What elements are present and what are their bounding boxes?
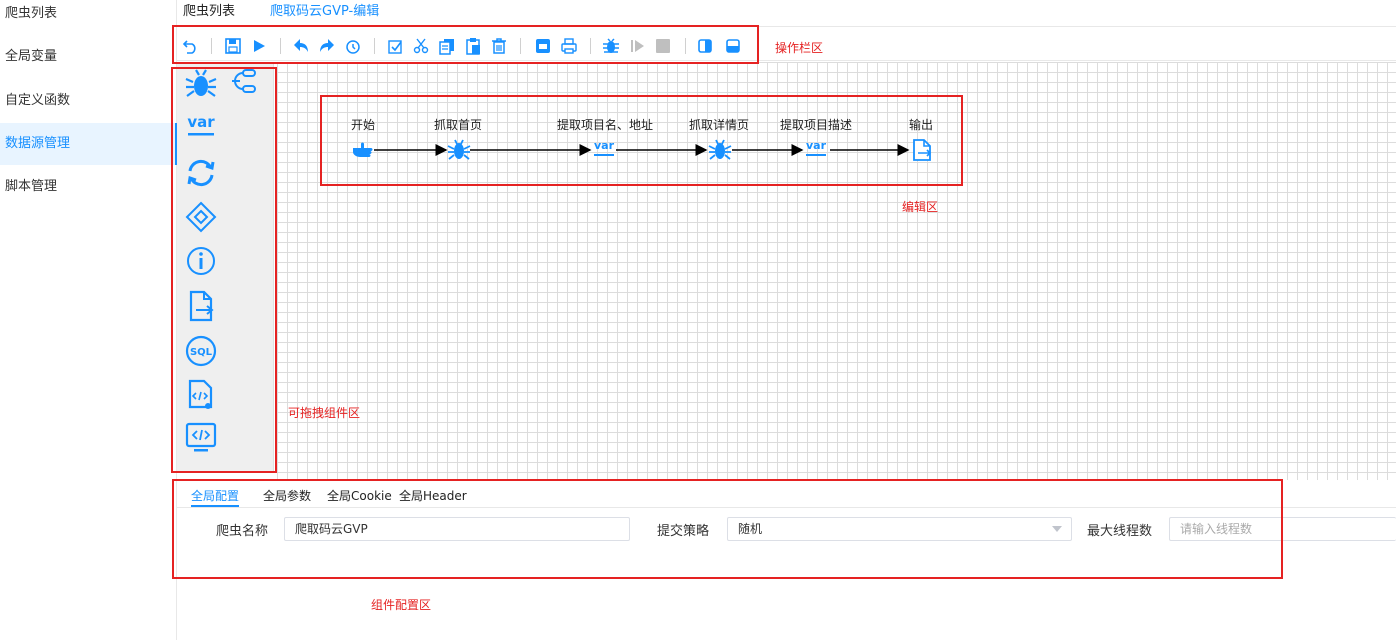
variable-text: var [594,139,615,152]
stop-icon[interactable] [653,36,673,56]
spider-icon[interactable] [447,138,471,162]
cut-icon[interactable] [411,36,431,56]
toolbar-separator [374,38,375,54]
delete-icon[interactable] [489,36,509,56]
refresh-loop-icon[interactable] [184,156,218,190]
copy-icon[interactable] [437,36,457,56]
export-image-icon[interactable] [533,36,553,56]
start-hand-icon[interactable] [351,138,375,162]
sidebar-item-label: 全局变量 [5,49,58,64]
tab-global-cookie[interactable]: 全局Cookie [327,489,392,507]
sidebar-item-label: 自定义函数 [5,93,71,108]
sidebar-item-spider-list[interactable]: 爬虫列表 [0,0,176,35]
config-annotation-label: 组件配置区 [371,598,432,612]
spider-name-input[interactable]: 爬取码云GVP [284,517,630,541]
tab-spider-list[interactable]: 爬虫列表 [183,4,235,24]
step-icon[interactable] [627,36,647,56]
output-file-icon[interactable] [910,138,934,162]
tab-global-params[interactable]: 全局参数 [263,489,311,507]
spider-icon[interactable] [184,67,218,101]
sidebar-item-scripts[interactable]: 脚本管理 [0,166,176,208]
spider-name-label: 爬虫名称 [216,524,269,539]
component-palette: var SQL [177,62,274,472]
debug-icon[interactable] [601,36,621,56]
strategy-label: 提交策略 [657,524,710,539]
flow-node-label: 抓取首页 [434,118,483,132]
output-file-icon[interactable] [184,289,218,323]
script-file-icon[interactable] [184,378,218,412]
undo-icon[interactable] [181,36,201,56]
toolbar-separator [211,38,212,54]
toolbar-separator [280,38,281,54]
diamond-condition-icon[interactable] [184,200,218,234]
tab-global-config[interactable]: 全局配置 [191,489,240,507]
loop-link-icon[interactable] [228,65,262,99]
sidebar-item-custom-functions[interactable]: 自定义函数 [0,80,176,122]
undo-arrow-icon[interactable] [291,36,311,56]
run-icon[interactable] [249,36,269,56]
sql-icon[interactable]: SQL [184,334,218,368]
info-icon[interactable] [184,244,218,278]
history-icon[interactable] [343,36,363,56]
sidebar-item-label: 脚本管理 [5,179,58,194]
config-tabs-divider [177,507,1396,508]
sidebar-item-global-vars[interactable]: 全局变量 [0,36,176,78]
svg-text:SQL: SQL [190,347,213,358]
sidebar: 爬虫列表 全局变量 自定义函数 数据源管理 脚本管理 [0,0,177,640]
panel-bottom-icon[interactable] [723,36,743,56]
variable-text: var [187,113,215,131]
toolbar-separator [685,38,686,54]
sidebar-item-datasource[interactable]: 数据源管理 [0,123,177,165]
paste-icon[interactable] [463,36,483,56]
chevron-down-icon [1052,526,1062,532]
variable-icon[interactable]: var [592,136,616,160]
tab-divider [177,26,1396,27]
flow-node-label: 输出 [909,118,934,132]
code-monitor-icon[interactable] [184,420,218,454]
toolbar-annotation-label: 操作栏区 [775,41,824,55]
panel-right-icon[interactable] [695,36,715,56]
editor-annotation-label: 编辑区 [902,200,939,214]
spider-icon[interactable] [708,138,732,162]
save-icon[interactable] [223,36,243,56]
flow-node-label: 提取项目描述 [780,118,853,132]
max-threads-label: 最大线程数 [1087,524,1153,539]
strategy-select[interactable]: 随机 [727,517,1072,541]
max-threads-input[interactable]: 请输入线程数 [1169,517,1396,541]
sidebar-item-label: 爬虫列表 [5,6,58,21]
toolbar-separator [590,38,591,54]
tab-spider-edit[interactable]: 爬取码云GVP-编辑 [270,4,379,24]
palette-annotation-label: 可拖拽组件区 [288,406,361,420]
variable-icon[interactable]: var [804,136,828,160]
variable-text: var [806,139,827,152]
flow-node-label: 抓取详情页 [689,118,750,132]
flow-node-label: 开始 [351,118,376,132]
sidebar-item-label: 数据源管理 [5,136,71,151]
print-icon[interactable] [559,36,579,56]
toolbar-separator [520,38,521,54]
tab-global-header[interactable]: 全局Header [399,489,467,507]
variable-icon[interactable]: var [184,110,218,144]
flow-node-label: 提取项目名、地址 [557,118,654,132]
flow-connectors [374,144,910,156]
select-all-icon[interactable] [385,36,405,56]
redo-arrow-icon[interactable] [317,36,337,56]
